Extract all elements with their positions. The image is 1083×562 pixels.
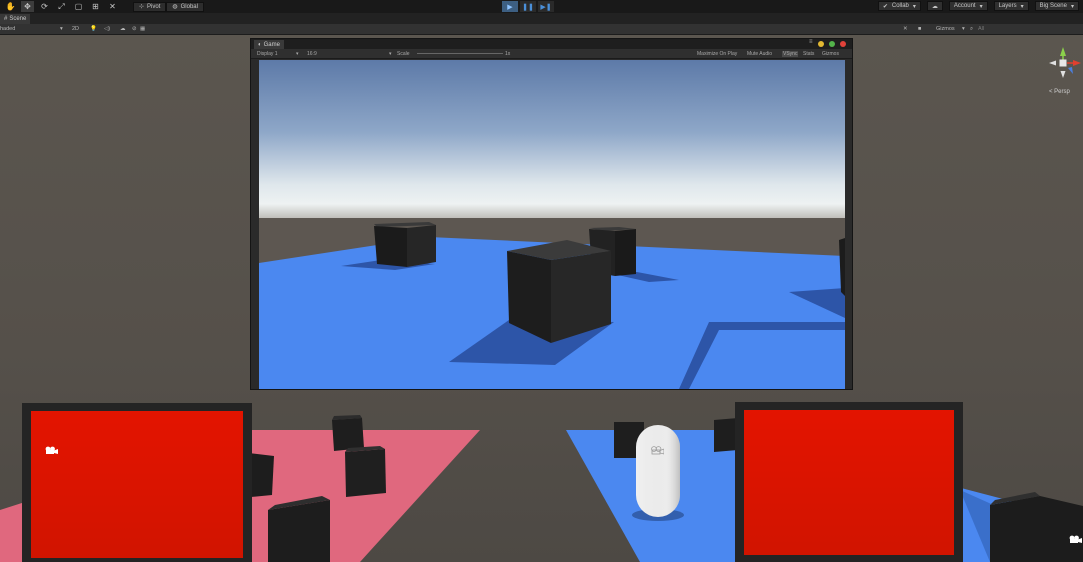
chevron-down-icon: ▾ <box>389 51 392 57</box>
hidden-objects-icon[interactable]: ⊘ <box>132 26 137 32</box>
global-label: Global <box>180 3 198 10</box>
audio-icon[interactable]: ◁) <box>104 26 110 32</box>
orientation-gizmo-icon[interactable] <box>1045 44 1083 82</box>
scale-value: 1x <box>505 51 511 57</box>
blue-cube-3 <box>990 492 1083 562</box>
layers-dropdown[interactable]: Layers ▾ <box>993 1 1029 11</box>
game-toolbar: Display 1 ▾ 16:9 ▾ Scale 1x Maximize On … <box>251 49 852 59</box>
rotate-tool-icon[interactable]: ⟳ <box>38 1 51 12</box>
game-controller-icon: ◐ <box>258 41 262 48</box>
transform-tool-icon[interactable]: ⊞ <box>89 1 102 12</box>
game-tab-label: Game <box>263 41 280 48</box>
pivot-icon: ⊹ <box>139 4 145 10</box>
chevron-down-icon: ▾ <box>979 3 983 10</box>
camera-icon[interactable] <box>1068 535 1082 544</box>
right-render-panel <box>735 402 963 562</box>
stats-toggle[interactable]: Stats <box>803 51 814 57</box>
scene-grid-icon: # <box>4 16 8 22</box>
menu-icon[interactable]: ≡ <box>809 39 813 45</box>
unity-editor: ✋ ✥ ⟳ ⤢ ▢ ⊞ ✕ ⊹ Pivot ◍ Global ▶ ❚❚ ▶❚ ✔ Co… <box>0 0 1083 562</box>
play-button[interactable]: ▶ <box>502 1 518 12</box>
collab-dropdown[interactable]: ✔ Collab ▾ <box>877 1 921 11</box>
gizmos-dropdown[interactable]: Gizmos <box>936 26 955 32</box>
scene-toolbar: haded ▾ 2D 💡 ◁) ☁ ⊘ ▦ ✕ ■ Gizmos ▾ ⌕ All <box>0 24 1083 35</box>
pivot-toggle[interactable]: ⊹ Pivot <box>133 1 167 12</box>
game-gizmos-toggle[interactable]: Gizmos <box>822 51 839 57</box>
game-viewport[interactable] <box>259 60 845 389</box>
close-icon[interactable] <box>840 41 846 47</box>
chevron-down-icon: ▾ <box>1020 3 1024 10</box>
aspect-dropdown[interactable]: 16:9 <box>307 51 317 57</box>
pivot-label: Pivot <box>147 3 161 10</box>
maximize-icon[interactable] <box>829 41 835 47</box>
pink-cube-3 <box>268 496 330 562</box>
maximize-on-play-toggle[interactable]: Maximize On Play <box>697 51 737 57</box>
scale-tool-icon[interactable]: ⤢ <box>55 1 68 12</box>
mode-2d-toggle[interactable]: 2D <box>72 26 79 32</box>
layout-label: Big Scene <box>1039 3 1067 9</box>
globe-icon: ◍ <box>172 4 178 10</box>
scene-tab-label: Scene <box>9 16 27 22</box>
rect-tool-icon[interactable]: ▢ <box>72 1 85 12</box>
chevron-down-icon: ▾ <box>60 26 63 32</box>
chevron-down-icon: ▾ <box>962 26 965 32</box>
main-toolbar: ✋ ✥ ⟳ ⤢ ▢ ⊞ ✕ ⊹ Pivot ◍ Global ▶ ❚❚ ▶❚ ✔ Co… <box>0 0 1083 13</box>
grid-toggle-icon[interactable]: ▦ <box>140 26 145 32</box>
game-window: ◐ Game ≡ Display 1 ▾ 16:9 ▾ Scale 1x Max… <box>250 38 853 390</box>
tab-scene[interactable]: # Scene <box>0 14 31 24</box>
perspective-label[interactable]: < Persp <box>1049 89 1070 95</box>
playback-controls: ▶ ❚❚ ▶❚ <box>502 1 554 12</box>
left-render-panel <box>22 403 252 562</box>
lighting-icon[interactable]: 💡 <box>90 26 97 32</box>
layers-label: Layers <box>998 3 1017 9</box>
account-dropdown[interactable]: Account ▾ <box>948 1 988 11</box>
display-dropdown[interactable]: Display 1 <box>257 51 278 57</box>
layout-dropdown[interactable]: Big Scene ▾ <box>1034 1 1079 11</box>
account-label: Account <box>953 3 976 9</box>
hand-tool-icon[interactable]: ✋ <box>4 1 17 12</box>
minimize-icon[interactable] <box>818 41 824 47</box>
step-button[interactable]: ▶❚ <box>538 1 554 12</box>
pause-button[interactable]: ❚❚ <box>520 1 536 12</box>
global-toggle[interactable]: ◍ Global <box>166 1 204 12</box>
toolbar-right: ✔ Collab ▾ ☁ Account ▾ Layers ▾ Big Scene ▾ <box>877 1 1079 11</box>
camera-icon[interactable] <box>650 446 664 455</box>
chevron-down-icon: ▾ <box>296 51 299 57</box>
custom-tool-icon[interactable]: ✕ <box>106 1 119 12</box>
chevron-down-icon: ▾ <box>1070 3 1074 10</box>
collab-label: Collab <box>891 3 909 9</box>
camera-icon[interactable] <box>44 446 58 455</box>
check-icon: ✔ <box>882 3 888 10</box>
shading-mode-dropdown[interactable]: haded <box>0 26 15 32</box>
tools-icon[interactable]: ✕ <box>903 26 908 32</box>
scale-slider[interactable] <box>417 53 503 54</box>
game-cube-1 <box>374 222 436 267</box>
cloud-icon: ☁ <box>931 3 938 10</box>
chevron-down-icon: ▾ <box>912 3 916 10</box>
right-render-texture <box>744 410 954 555</box>
mute-audio-toggle[interactable]: Mute Audio <box>747 51 772 57</box>
vsync-toggle[interactable]: VSync <box>782 51 799 57</box>
pink-cube-2 <box>345 446 386 497</box>
tab-row: # Scene <box>0 13 1083 24</box>
sky <box>259 60 845 220</box>
game-cube-3 <box>507 240 611 343</box>
camera-settings-icon[interactable]: ■ <box>918 26 921 32</box>
player-capsule <box>632 425 684 521</box>
left-render-texture <box>31 411 243 558</box>
pink-cube-1 <box>332 415 364 451</box>
tab-game[interactable]: ◐ Game <box>254 40 284 49</box>
game-titlebar: ◐ Game ≡ <box>251 39 852 49</box>
cloud-button[interactable]: ☁ <box>926 1 943 11</box>
scale-label: Scale <box>397 51 410 57</box>
scene-search-input[interactable]: All <box>978 26 984 32</box>
effects-icon[interactable]: ☁ <box>120 26 126 32</box>
move-tool-icon[interactable]: ✥ <box>21 1 34 12</box>
search-icon: ⌕ <box>970 26 974 32</box>
game-render <box>259 60 845 389</box>
